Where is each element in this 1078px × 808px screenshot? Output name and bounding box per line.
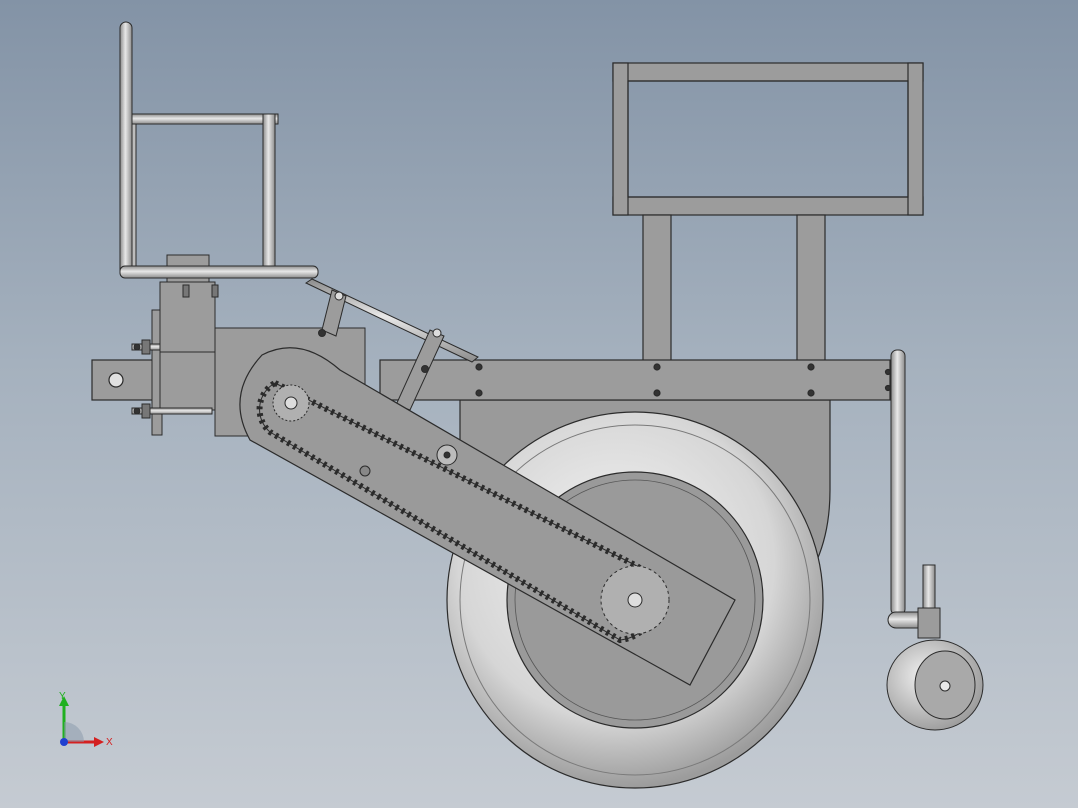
- assembly-model[interactable]: [0, 0, 1078, 808]
- y-axis-label: Y: [59, 691, 66, 702]
- hopper-frame[interactable]: [612, 62, 924, 216]
- seat-backrest-frame[interactable]: [119, 21, 319, 279]
- z-axis-dot: [60, 738, 68, 746]
- gauge-wheel-stand[interactable]: [887, 349, 941, 639]
- gauge-wheel[interactable]: [886, 639, 984, 731]
- drive-sprocket-small[interactable]: [272, 384, 310, 422]
- coordinate-triad: Y X: [59, 691, 113, 748]
- drive-sprocket-large[interactable]: [600, 565, 670, 635]
- cad-viewport[interactable]: Y X: [0, 0, 1078, 808]
- main-frame-beam[interactable]: [379, 359, 892, 401]
- x-axis-label: X: [106, 737, 113, 748]
